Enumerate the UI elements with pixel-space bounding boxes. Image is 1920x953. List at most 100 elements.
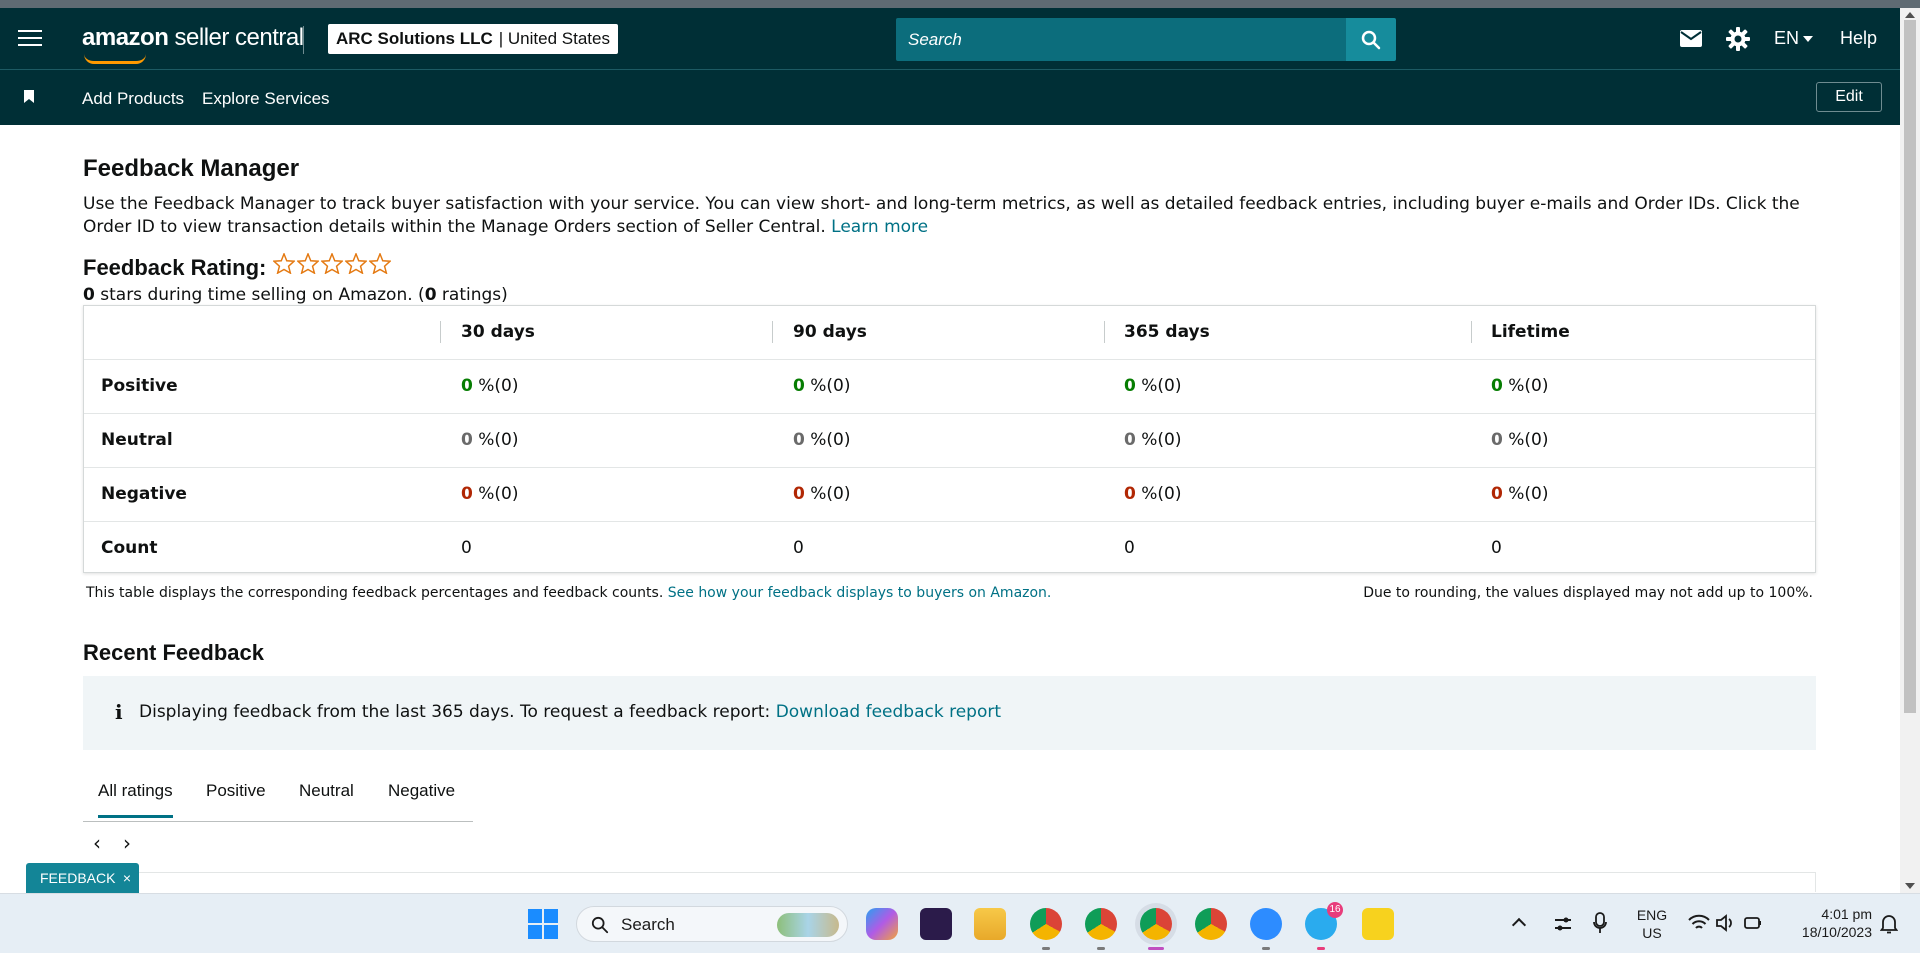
scroll-thumb[interactable] bbox=[1904, 20, 1916, 713]
feedback-rating-label: Feedback Rating: bbox=[83, 255, 267, 280]
cell-percent-count: %(0) bbox=[1135, 376, 1182, 396]
star-icon bbox=[273, 253, 295, 274]
table-note-text: This table displays the corresponding fe… bbox=[86, 585, 664, 601]
table-row: Negative 0 %(0) 0 %(0) 0 %(0) 0 %(0) bbox=[84, 468, 1815, 522]
rating-summary: 0 stars during time selling on Amazon. (… bbox=[83, 285, 508, 305]
cell-value: 0 bbox=[1491, 538, 1502, 558]
cell-value: 0 bbox=[793, 430, 805, 450]
cell-percent-count: %(0) bbox=[1502, 430, 1549, 450]
language-selector[interactable]: EN bbox=[1774, 28, 1814, 49]
file-explorer-icon[interactable] bbox=[974, 908, 1006, 940]
tab-all-ratings[interactable]: All ratings bbox=[98, 781, 173, 818]
clock[interactable]: 4:01 pm 18/10/2023 bbox=[1782, 905, 1872, 941]
cell-value: 0 bbox=[461, 538, 472, 558]
running-indicator bbox=[1148, 947, 1164, 950]
chrome-work-icon[interactable] bbox=[1195, 908, 1227, 940]
gear-icon[interactable] bbox=[1726, 27, 1750, 51]
column-header-30-days: 30 days bbox=[461, 322, 535, 342]
star-icon bbox=[297, 253, 319, 274]
input-language[interactable]: ENG US bbox=[1630, 906, 1674, 942]
tab-positive[interactable]: Positive bbox=[206, 781, 266, 815]
cell-value: 0 bbox=[793, 538, 804, 558]
cell-percent-count: %(0) bbox=[1502, 376, 1549, 396]
close-icon[interactable]: × bbox=[123, 863, 131, 893]
learn-more-link[interactable]: Learn more bbox=[831, 217, 928, 237]
help-link[interactable]: Help bbox=[1840, 28, 1877, 49]
notification-icon[interactable] bbox=[1880, 914, 1898, 934]
language-code: ENG bbox=[1636, 907, 1668, 923]
page-title: Feedback Manager bbox=[83, 155, 300, 182]
chevron-up-icon[interactable] bbox=[1511, 917, 1527, 933]
mail-icon[interactable] bbox=[1680, 30, 1702, 47]
nav-explore-services[interactable]: Explore Services bbox=[202, 89, 330, 109]
cell-value: 0 bbox=[793, 484, 805, 504]
taskbar-search[interactable]: Search bbox=[576, 906, 848, 942]
copilot-icon[interactable] bbox=[866, 908, 898, 940]
sticky-notes-icon[interactable] bbox=[1362, 908, 1394, 940]
cell-value: 0 bbox=[461, 430, 473, 450]
cell-value: 0 bbox=[1124, 430, 1136, 450]
chrome-active-icon[interactable] bbox=[1140, 908, 1172, 950]
info-banner: i Displaying feedback from the last 365 … bbox=[83, 676, 1816, 750]
table-cell: 0 %(0) bbox=[461, 468, 518, 521]
search-button[interactable] bbox=[1346, 18, 1396, 61]
region-code: US bbox=[1642, 925, 1662, 941]
windows-start-icon[interactable] bbox=[528, 909, 558, 939]
table-cell: 0 %(0) bbox=[461, 414, 518, 467]
feedback-display-link[interactable]: See how your feedback displays to buyers… bbox=[668, 585, 1052, 601]
settings-tray-icon[interactable] bbox=[1553, 914, 1573, 934]
battery-icon[interactable] bbox=[1744, 914, 1762, 932]
chevron-right-icon[interactable]: › bbox=[123, 831, 131, 855]
cell-percent-count: %(0) bbox=[1135, 484, 1182, 504]
wifi-icon[interactable] bbox=[1688, 914, 1710, 932]
os-taskbar: Search 16 ENG US 4:01 pm 18/10/2023 bbox=[0, 893, 1920, 953]
star-icon bbox=[345, 253, 367, 274]
cell-percent-count: %(0) bbox=[472, 376, 519, 396]
seller-central-logo[interactable]: amazon seller central bbox=[82, 24, 305, 64]
edit-button[interactable]: Edit bbox=[1816, 82, 1882, 112]
rounding-note: Due to rounding, the values displayed ma… bbox=[1363, 585, 1813, 601]
search-icon bbox=[591, 916, 609, 934]
chrome-icon[interactable] bbox=[1030, 908, 1062, 950]
feedback-widget-tab[interactable]: FEEDBACK × bbox=[26, 863, 139, 893]
running-indicator bbox=[1097, 947, 1105, 950]
nav-add-products[interactable]: Add Products bbox=[82, 89, 184, 109]
cell-value: 0 bbox=[1124, 376, 1136, 396]
info-icon: i bbox=[115, 700, 123, 724]
header-divider bbox=[303, 26, 304, 54]
column-header-365-days: 365 days bbox=[1124, 322, 1210, 342]
table-cell: 0 %(0) bbox=[793, 468, 850, 521]
column-divider bbox=[772, 321, 773, 343]
bookmark-icon[interactable] bbox=[24, 90, 34, 103]
table-header-row: 30 days 90 days 365 days Lifetime bbox=[84, 306, 1815, 360]
table-cell: 0 bbox=[1491, 522, 1502, 575]
search-input[interactable]: Search bbox=[896, 18, 1346, 61]
chrome-profile-icon[interactable] bbox=[1085, 908, 1117, 950]
column-header-lifetime: Lifetime bbox=[1491, 322, 1570, 342]
microphone-icon[interactable] bbox=[1593, 912, 1607, 934]
menu-icon[interactable] bbox=[18, 30, 42, 48]
page-scrollbar[interactable] bbox=[1900, 8, 1920, 893]
brand-suffix: seller central bbox=[174, 24, 305, 51]
rating-tabs: All ratings Positive Neutral Negative bbox=[83, 765, 473, 822]
running-indicator bbox=[1262, 947, 1270, 950]
account-switcher[interactable]: ARC Solutions LLC | United States bbox=[328, 24, 618, 54]
running-indicator bbox=[1317, 947, 1325, 950]
download-feedback-report-link[interactable]: Download feedback report bbox=[776, 702, 1001, 722]
tab-negative[interactable]: Negative bbox=[388, 781, 455, 815]
scroll-down-icon[interactable] bbox=[1905, 883, 1915, 889]
row-label: Count bbox=[101, 538, 158, 558]
volume-icon[interactable] bbox=[1716, 914, 1736, 932]
scroll-up-icon[interactable] bbox=[1905, 12, 1915, 18]
chevron-left-icon[interactable]: ‹ bbox=[93, 831, 101, 855]
wordtune-icon[interactable] bbox=[920, 908, 952, 940]
row-label: Positive bbox=[101, 376, 178, 396]
telegram-icon[interactable]: 16 bbox=[1305, 902, 1343, 950]
telegram-badge: 16 bbox=[1327, 902, 1343, 918]
top-header: amazon seller central ARC Solutions LLC … bbox=[0, 8, 1900, 70]
cell-value: 0 bbox=[1491, 430, 1503, 450]
zoom-icon[interactable] bbox=[1250, 908, 1282, 950]
table-cell: 0 %(0) bbox=[1124, 360, 1181, 413]
cell-value: 0 bbox=[1491, 484, 1503, 504]
tab-neutral[interactable]: Neutral bbox=[299, 781, 354, 815]
